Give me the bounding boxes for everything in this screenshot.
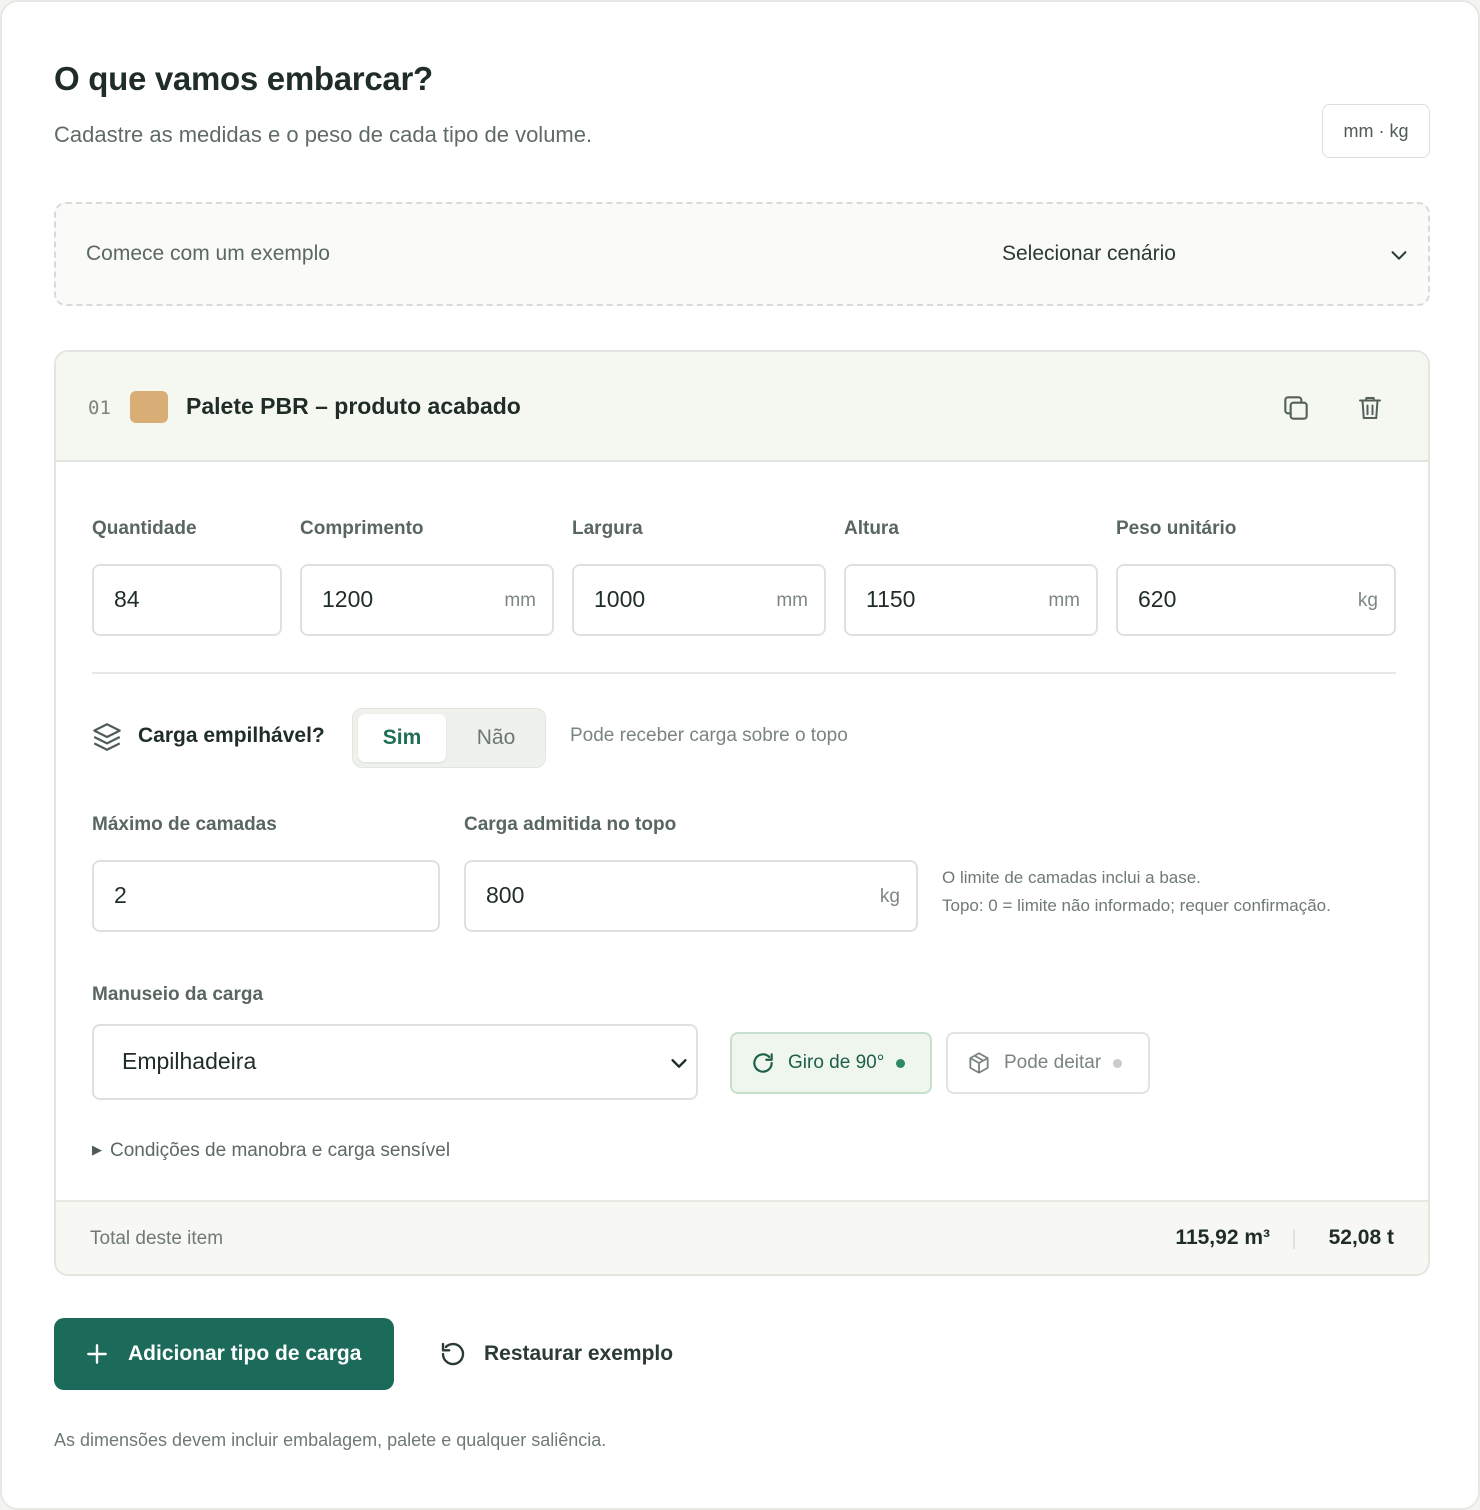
peso-input[interactable]: 620 kg [1116, 564, 1396, 636]
comprimento-input[interactable]: 1200 mm [300, 564, 554, 636]
stackable-no-option[interactable]: Não [450, 714, 542, 762]
altura-value: 1150 [866, 586, 916, 612]
total-separator [1293, 1229, 1295, 1249]
peso-value: 620 [1138, 586, 1177, 612]
handling-select[interactable]: Empilhadeira [92, 1024, 698, 1100]
restore-example-label: Restaurar exemplo [484, 1342, 674, 1365]
largura-unit: mm [776, 590, 808, 611]
item-total-bar: Total deste item 115,92 m³ 52,08 t [56, 1200, 1428, 1274]
cargo-item-header: 01 Palete PBR – produto acabado [56, 352, 1428, 462]
largura-label: Largura [572, 518, 643, 539]
caret-right-icon: ▶ [92, 1142, 102, 1157]
item-total-volume: 115,92 m³ [1175, 1226, 1270, 1249]
trash-icon [1359, 397, 1381, 419]
layers-note: O limite de camadas inclui a base. [942, 868, 1201, 887]
top-load-value: 800 [486, 882, 525, 908]
add-cargo-type-label: Adicionar tipo de carga [128, 1342, 362, 1365]
item-index: 01 [88, 397, 111, 419]
example-label: Comece com um exemplo [86, 242, 330, 265]
chevron-down-icon [671, 1059, 687, 1068]
rotate-icon [750, 1050, 776, 1076]
comprimento-label: Comprimento [300, 518, 424, 539]
dimensions-footnote: As dimensões devem incluir embalagem, pa… [54, 1430, 607, 1450]
add-cargo-type-button[interactable]: Adicionar tipo de carga [54, 1318, 394, 1390]
lay-down-toggle[interactable]: Pode deitar [946, 1032, 1150, 1094]
restore-example-button[interactable]: Restaurar exemplo [438, 1332, 673, 1376]
altura-input[interactable]: 1150 mm [844, 564, 1098, 636]
comprimento-unit: mm [504, 590, 536, 611]
quantidade-label: Quantidade [92, 518, 197, 539]
item-total-label: Total deste item [90, 1228, 224, 1249]
page-title: O que vamos embarcar? [54, 60, 433, 97]
scenario-select[interactable]: Selecionar cenário [986, 224, 1416, 286]
lay-down-label: Pode deitar [1004, 1052, 1102, 1073]
largura-value: 1000 [594, 586, 646, 612]
stackable-toggle: Sim Não [352, 708, 546, 768]
peso-unit: kg [1357, 590, 1378, 611]
layers-icon [93, 723, 121, 751]
altura-label: Altura [844, 518, 899, 539]
stackable-yes-option[interactable]: Sim [358, 714, 446, 762]
top-load-note: Topo: 0 = limite não informado; requer c… [942, 896, 1331, 915]
handling-label: Manuseio da carga [92, 984, 264, 1005]
stackable-hint: Pode receber carga sobre o topo [570, 725, 848, 746]
copy-icon [1284, 396, 1308, 420]
box-icon [966, 1050, 992, 1076]
item-color-swatch[interactable] [130, 391, 168, 423]
stackable-label: Carga empilhável? [138, 724, 325, 747]
page-subtitle: Cadastre as medidas e o peso de cada tip… [54, 122, 593, 147]
top-load-input[interactable]: 800 kg [464, 860, 918, 932]
handling-select-value: Empilhadeira [122, 1048, 257, 1074]
rotate-90-label: Giro de 90° [788, 1052, 885, 1073]
max-layers-input[interactable]: 2 [92, 860, 440, 932]
chevron-down-icon [1391, 251, 1407, 260]
top-load-unit: kg [879, 886, 900, 907]
scenario-select-value: Selecionar cenário [1002, 242, 1176, 265]
largura-input[interactable]: 1000 mm [572, 564, 826, 636]
maneuver-conditions-label: Condições de manobra e carga sensível [110, 1140, 451, 1161]
plus-icon [87, 1344, 107, 1364]
comprimento-value: 1200 [322, 586, 374, 612]
altura-unit: mm [1048, 590, 1080, 611]
cargo-item-card: 01 Palete PBR – produto acabado Quantida… [54, 350, 1430, 1276]
item-total-weight: 52,08 t [1328, 1226, 1394, 1249]
quantidade-input[interactable]: 84 [92, 564, 282, 636]
delete-button[interactable] [1350, 388, 1390, 428]
units-badge[interactable]: mm · kg [1322, 104, 1430, 158]
item-name[interactable]: Palete PBR – produto acabado [186, 393, 521, 420]
peso-label: Peso unitário [1116, 518, 1237, 539]
example-scenario-box: Comece com um exemplo Selecionar cenário [54, 202, 1430, 306]
quantidade-value: 84 [114, 586, 140, 612]
lay-down-status-dot [1113, 1058, 1123, 1068]
section-divider [92, 672, 1396, 674]
duplicate-button[interactable] [1276, 388, 1316, 428]
max-layers-value: 2 [114, 882, 127, 908]
rotate-90-toggle[interactable]: Giro de 90° [730, 1032, 932, 1094]
rotate-status-dot [896, 1058, 906, 1068]
cargo-panel: O que vamos embarcar? Cadastre as medida… [0, 0, 1480, 1510]
maneuver-conditions-toggle[interactable]: ▶ Condições de manobra e carga sensível [92, 1140, 450, 1162]
top-load-label: Carga admitida no topo [464, 814, 677, 835]
max-layers-label: Máximo de camadas [92, 814, 277, 835]
undo-icon [441, 1342, 465, 1366]
